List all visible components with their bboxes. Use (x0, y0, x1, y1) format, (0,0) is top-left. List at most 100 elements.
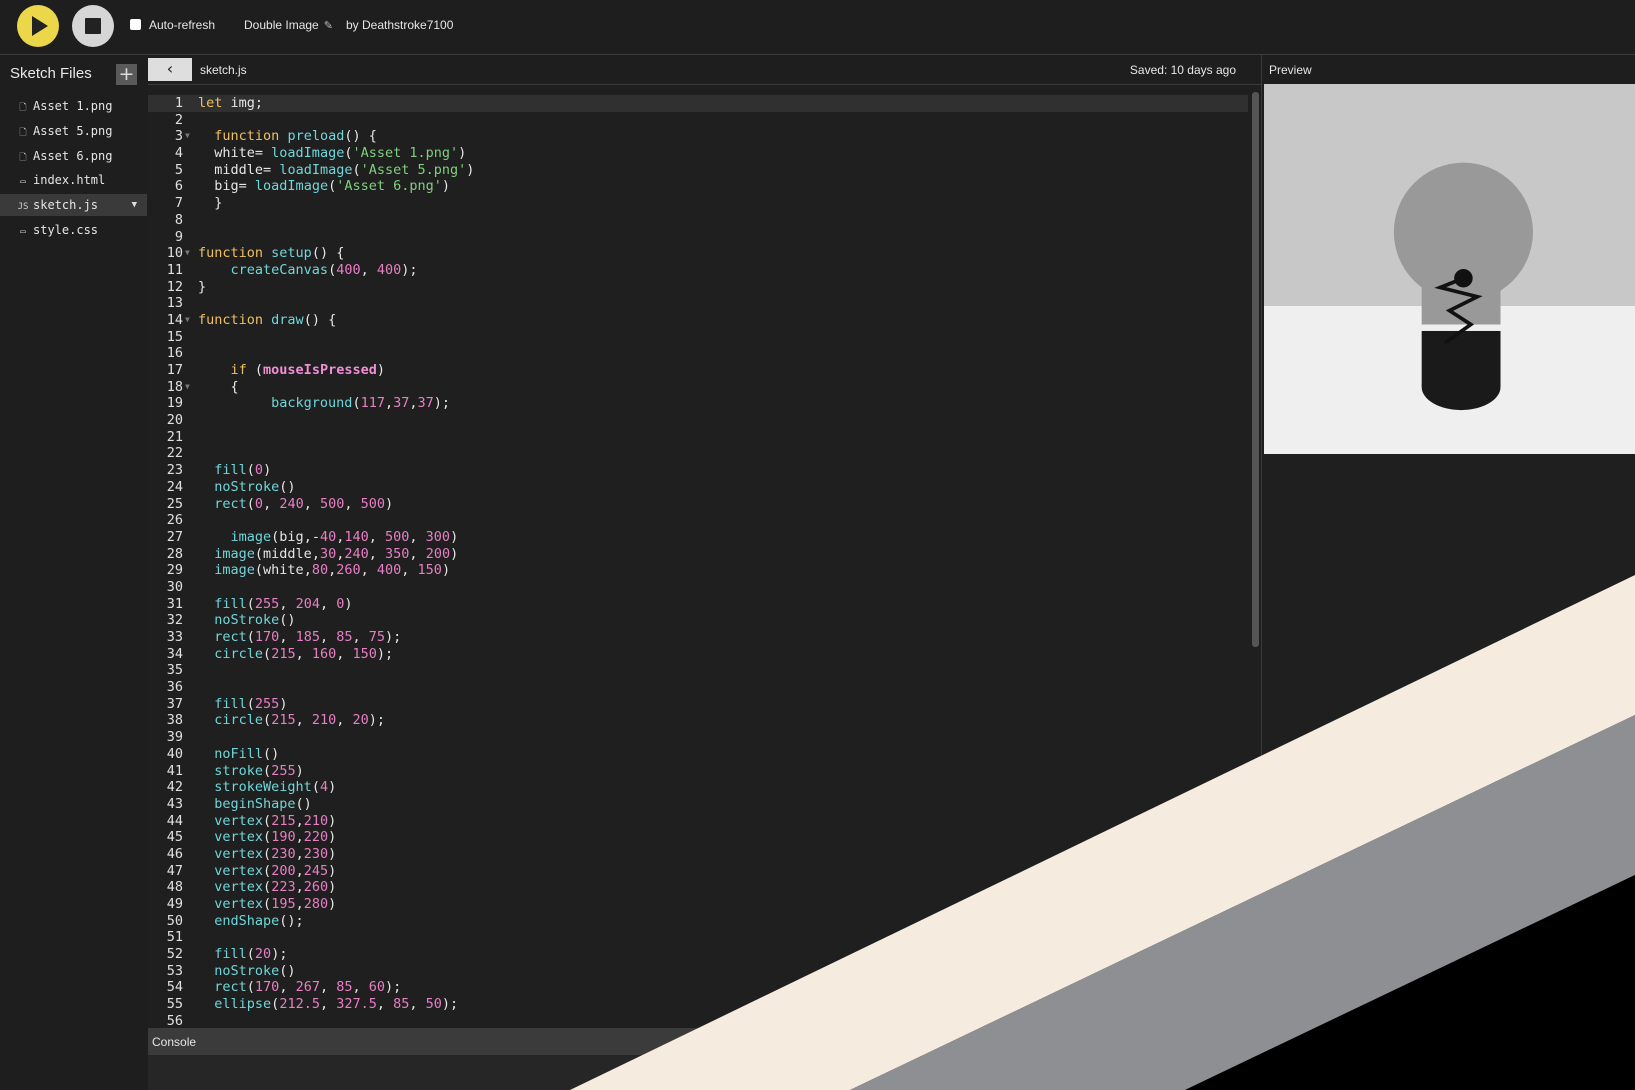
code-line[interactable]: 38 circle(215, 210, 20); (148, 712, 1248, 729)
add-file-button[interactable]: + (116, 64, 137, 85)
code-line[interactable]: 4 white= loadImage('Asset 1.png') (148, 145, 1248, 162)
code-line[interactable]: 12} (148, 279, 1248, 296)
code-line[interactable]: 26 (148, 512, 1248, 529)
code-line[interactable]: 43 beginShape() (148, 796, 1248, 813)
line-number: 16 (166, 345, 183, 362)
line-number: 21 (166, 428, 183, 445)
code-line[interactable]: 39 (148, 729, 1248, 746)
code-line[interactable]: 46 vertex(230,230) (148, 846, 1248, 863)
code-line[interactable]: 33 rect(170, 185, 85, 75); (148, 629, 1248, 646)
code-line[interactable]: 24 noStroke() (148, 479, 1248, 496)
code-line[interactable]: 15 (148, 329, 1248, 346)
code-line[interactable]: 37 fill(255) (148, 696, 1248, 713)
code-line[interactable]: 20 (148, 412, 1248, 429)
code-line[interactable]: 51 (148, 929, 1248, 946)
preview-canvas[interactable] (1264, 84, 1635, 454)
code-line[interactable]: 31 fill(255, 204, 0) (148, 596, 1248, 613)
line-number: 29 (166, 562, 183, 579)
file-options-caret-icon[interactable]: ▼ (132, 194, 137, 216)
code-text: middle= loadImage('Asset 5.png') (214, 161, 475, 178)
line-number: 27 (166, 528, 183, 545)
code-text: image(white,80,260, 400, 150) (214, 562, 451, 579)
code-line[interactable]: 36 (148, 679, 1248, 696)
code-line[interactable]: 6 big= loadImage('Asset 6.png') (148, 178, 1248, 195)
editor-scrollbar[interactable] (1252, 92, 1259, 647)
code-line[interactable]: 28 image(middle,30,240, 350, 200) (148, 546, 1248, 563)
code-line[interactable]: 10 ▼ function setup() { (148, 245, 1248, 262)
line-number: 28 (166, 545, 183, 562)
code-line[interactable]: 18 ▼ { (148, 379, 1248, 396)
code-line[interactable]: 17 if (mouseIsPressed) (148, 362, 1248, 379)
console-header[interactable]: Console (148, 1028, 1261, 1055)
pencil-icon[interactable]: ✎ (324, 19, 333, 32)
code-line[interactable]: 16 (148, 345, 1248, 362)
code-line[interactable]: 55 ellipse(212.5, 327.5, 85, 50); (148, 996, 1248, 1013)
line-number: 9 (174, 228, 183, 245)
file-name: index.html (33, 173, 106, 187)
code-line[interactable]: 14 ▼ function draw() { (148, 312, 1248, 329)
play-button[interactable] (17, 5, 59, 47)
code-line[interactable]: 3 ▼ function preload() { (148, 128, 1248, 145)
code-line[interactable]: 44 vertex(215,210) (148, 813, 1248, 830)
project-title[interactable]: Double Image ✎ (244, 18, 333, 32)
fold-arrow-icon[interactable]: ▼ (185, 128, 190, 145)
code-line[interactable]: 25 rect(0, 240, 500, 500) (148, 496, 1248, 513)
code-line[interactable]: 7 } (148, 195, 1248, 212)
fold-arrow-icon[interactable]: ▼ (185, 245, 190, 262)
line-number: 13 (166, 295, 183, 312)
code-line[interactable]: 30 (148, 579, 1248, 596)
code-line[interactable]: 53 noStroke() (148, 963, 1248, 980)
code-line[interactable]: 22 (148, 445, 1248, 462)
code-line[interactable]: 49 vertex(195,280) (148, 896, 1248, 913)
code-line[interactable]: 5 middle= loadImage('Asset 5.png') (148, 162, 1248, 179)
project-title-text: Double Image (244, 18, 319, 32)
code-line[interactable]: 8 (148, 212, 1248, 229)
code-line[interactable]: 34 circle(215, 160, 150); (148, 646, 1248, 663)
sidebar-item-sketch-js[interactable]: JS sketch.js ▼ (0, 194, 147, 216)
code-text: function draw() { (198, 311, 337, 328)
code-line[interactable]: 40 noFill() (148, 746, 1248, 763)
code-line[interactable]: 29 image(white,80,260, 400, 150) (148, 562, 1248, 579)
collapse-sidebar-button[interactable]: ‹ (148, 58, 192, 81)
project-author[interactable]: by Deathstroke7100 (346, 18, 453, 32)
autorefresh-toggle[interactable]: Auto-refresh (130, 18, 215, 32)
fold-arrow-icon[interactable]: ▼ (185, 379, 190, 396)
preview-header: Preview (1262, 55, 1635, 83)
code-line[interactable]: 21 (148, 429, 1248, 446)
code-line[interactable]: 56 (148, 1013, 1248, 1029)
code-line[interactable]: 54 rect(170, 267, 85, 60); (148, 979, 1248, 996)
code-line[interactable]: 23 fill(0) (148, 462, 1248, 479)
code-line[interactable]: 41 stroke(255) (148, 763, 1248, 780)
sidebar-item-asset-6[interactable]: 🗋 Asset 6.png (0, 145, 147, 167)
code-line[interactable]: 35 (148, 662, 1248, 679)
console-label: Console (152, 1035, 197, 1049)
code-line[interactable]: 45 vertex(190,220) (148, 829, 1248, 846)
code-text: createCanvas(400, 400); (230, 261, 418, 278)
sidebar-item-style-css[interactable]: ▭ style.css (0, 219, 147, 241)
autorefresh-checkbox[interactable] (130, 19, 141, 30)
code-line[interactable]: 50 endShape(); (148, 913, 1248, 930)
line-number: 48 (166, 879, 183, 896)
code-line[interactable]: 13 (148, 295, 1248, 312)
code-line[interactable]: 9 (148, 229, 1248, 246)
code-line[interactable]: 2 (148, 112, 1248, 129)
code-area[interactable]: 1 let img; 2 3 ▼ function preload() {4 white… (148, 95, 1248, 1029)
code-line[interactable]: 27 image(big,-40,140, 500, 300) (148, 529, 1248, 546)
sidebar-item-index-html[interactable]: ▭ index.html (0, 169, 147, 191)
stop-button[interactable] (72, 5, 114, 47)
code-line[interactable]: 32 noStroke() (148, 612, 1248, 629)
code-line[interactable]: 48 vertex(223,260) (148, 879, 1248, 896)
line-number: 46 (166, 845, 183, 862)
bulb-neck (1421, 255, 1501, 325)
code-line[interactable]: 47 vertex(200,245) (148, 863, 1248, 880)
code-line[interactable]: 19 background(117,37,37); (148, 395, 1248, 412)
fold-arrow-icon[interactable]: ▼ (185, 312, 190, 329)
sidebar-item-asset-5[interactable]: 🗋 Asset 5.png (0, 120, 147, 142)
code-line[interactable]: 1 let img; (148, 95, 1248, 112)
code-editor[interactable]: 1 let img; 2 3 ▼ function preload() {4 white… (148, 84, 1261, 1029)
sidebar-item-asset-1[interactable]: 🗋 Asset 1.png (0, 95, 147, 117)
code-line[interactable]: 52 fill(20); (148, 946, 1248, 963)
code-text: } (198, 278, 207, 295)
code-line[interactable]: 42 strokeWeight(4) (148, 779, 1248, 796)
code-line[interactable]: 11 createCanvas(400, 400); (148, 262, 1248, 279)
